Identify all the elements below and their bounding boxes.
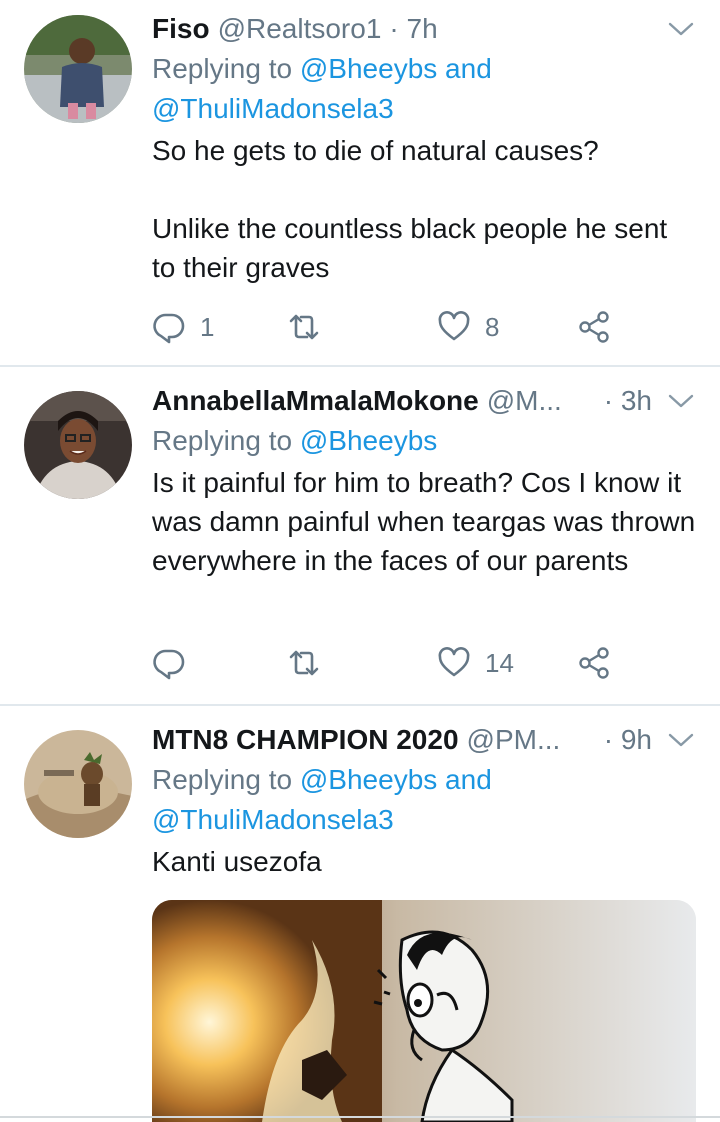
timeline: Fiso @Realtsoro1 · 7h Replying to @Bheey… <box>0 0 720 1122</box>
tweet-media-image[interactable] <box>152 900 696 1122</box>
share-icon <box>577 646 611 680</box>
reply-count: 1 <box>200 311 215 342</box>
tweet-body: AnnabellaMmalaMokone @M... · 3h Replying… <box>152 381 696 580</box>
timestamp[interactable]: · 9h <box>604 724 652 756</box>
user-handle[interactable]: @Realtsoro1 <box>218 13 382 45</box>
avatar[interactable] <box>24 730 132 838</box>
retweet-icon <box>287 646 321 680</box>
tweet-text: Is it painful for him to breath? Cos I k… <box>152 467 703 576</box>
tweet-body: MTN8 CHAMPION 2020 @PM... · 9h Replying … <box>152 720 696 881</box>
avatar[interactable] <box>24 15 132 123</box>
tweet-actions: 1 8 <box>152 307 632 347</box>
display-name[interactable]: AnnabellaMmalaMokone <box>152 385 479 417</box>
avatar[interactable] <box>24 391 132 499</box>
heart-icon <box>437 646 471 680</box>
tweet-header: MTN8 CHAMPION 2020 @PM... · 9h <box>152 720 696 760</box>
retweet-button[interactable] <box>287 646 335 680</box>
tweet[interactable]: AnnabellaMmalaMokone @M... · 3h Replying… <box>0 367 720 706</box>
share-button[interactable] <box>577 646 611 680</box>
share-button[interactable] <box>577 310 611 344</box>
replying-to: Replying to @Bheeybs <box>152 425 438 456</box>
reply-button[interactable] <box>152 646 200 680</box>
like-button[interactable]: 8 <box>437 310 499 344</box>
replying-to: Replying to @Bheeybs and @ThuliMadonsela… <box>152 53 492 124</box>
replying-to: Replying to @Bheeybs and @ThuliMadonsela… <box>152 764 492 835</box>
timestamp[interactable]: · 7h <box>389 13 437 45</box>
tweet-actions: 14 <box>152 643 632 683</box>
display-name[interactable]: MTN8 CHAMPION 2020 <box>152 724 459 756</box>
like-count: 8 <box>485 311 500 342</box>
chevron-down-icon[interactable] <box>666 386 696 416</box>
chevron-down-icon[interactable] <box>666 14 696 44</box>
share-icon <box>577 310 611 344</box>
retweet-icon <box>287 310 321 344</box>
tweet-text: So he gets to die of natural causes? Unl… <box>152 135 668 283</box>
tweet-header: Fiso @Realtsoro1 · 7h <box>152 9 696 49</box>
mention-link[interactable]: @Bheeybs and <box>300 764 492 795</box>
retweet-button[interactable] <box>287 310 335 344</box>
tweet-body: Fiso @Realtsoro1 · 7h Replying to @Bheey… <box>152 9 696 287</box>
reply-icon <box>152 310 186 344</box>
chevron-down-icon[interactable] <box>666 725 696 755</box>
like-button[interactable]: 14 <box>437 646 514 680</box>
user-handle[interactable]: @M... <box>487 385 562 417</box>
like-count: 14 <box>485 647 514 678</box>
reply-button[interactable]: 1 <box>152 310 214 344</box>
mention-link[interactable]: @ThuliMadonsela3 <box>152 93 394 124</box>
divider <box>0 1116 720 1118</box>
timestamp[interactable]: · 3h <box>604 385 652 417</box>
tweet-text: Kanti usezofa <box>152 846 322 877</box>
heart-icon <box>437 310 471 344</box>
mention-link[interactable]: @ThuliMadonsela3 <box>152 804 394 835</box>
display-name[interactable]: Fiso <box>152 13 210 45</box>
tweet-header: AnnabellaMmalaMokone @M... · 3h <box>152 381 696 421</box>
reply-icon <box>152 646 186 680</box>
mention-link[interactable]: @Bheeybs <box>300 425 437 456</box>
user-handle[interactable]: @PM... <box>467 724 561 756</box>
tweet[interactable]: Fiso @Realtsoro1 · 7h Replying to @Bheey… <box>0 0 720 367</box>
mention-link[interactable]: @Bheeybs and <box>300 53 492 84</box>
